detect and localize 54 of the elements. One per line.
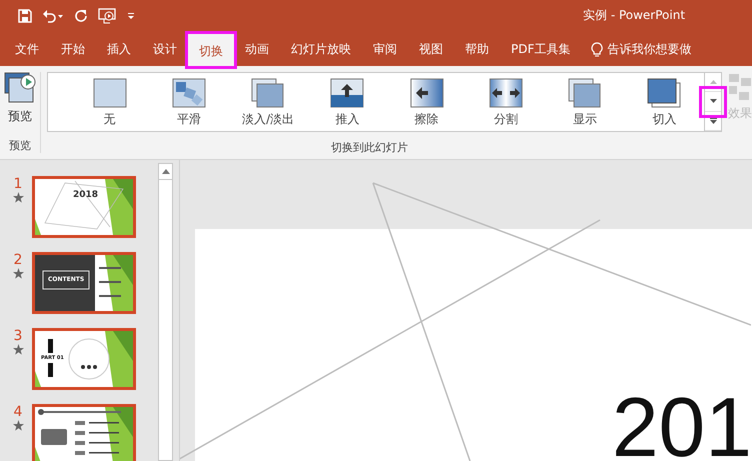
- ribbon-tab[interactable]: PDF工具集: [500, 32, 582, 66]
- up-arrow-icon: [162, 169, 170, 174]
- ribbon-tab[interactable]: 动画: [234, 32, 280, 66]
- ribbon-tab[interactable]: 审阅: [362, 32, 408, 66]
- group-label: 切换到此幻灯片: [331, 140, 408, 155]
- star-icon: [12, 192, 24, 203]
- none-transition-icon: [92, 78, 127, 108]
- star-icon: [12, 268, 24, 279]
- transition-option[interactable]: 淡入/淡出: [228, 73, 308, 131]
- slide-number: 1: [14, 176, 22, 192]
- star-icon: [12, 344, 24, 355]
- thumbnail-title: 2018: [73, 191, 98, 200]
- scrollbar[interactable]: [158, 163, 173, 461]
- transition-option[interactable]: 显示: [546, 73, 625, 131]
- more-icon: [710, 118, 716, 124]
- lightbulb-icon: [591, 42, 604, 58]
- slide-number: 3: [14, 328, 22, 344]
- slide-number: 2: [14, 252, 22, 268]
- cut-transition-icon: [647, 78, 682, 108]
- push-transition-icon: [330, 78, 364, 108]
- ribbon-tab[interactable]: 插入: [96, 32, 142, 66]
- down-arrow-icon: [710, 99, 716, 104]
- morph-transition-icon: [172, 78, 206, 108]
- wipe-transition-icon: [410, 78, 444, 108]
- window-title: 实例 - PowerPoint: [583, 7, 686, 24]
- transition-option[interactable]: 无: [70, 73, 150, 131]
- redo-icon[interactable]: [74, 9, 88, 23]
- transition-option[interactable]: 分割: [466, 73, 546, 131]
- transition-option[interactable]: 擦除: [387, 73, 466, 131]
- up-arrow-icon: [710, 80, 716, 84]
- reveal-transition-icon: [568, 78, 602, 108]
- transition-option[interactable]: 推入: [308, 73, 387, 131]
- group-label: 预览: [9, 138, 31, 153]
- split-transition-icon: [488, 78, 523, 108]
- slide-title: 201: [612, 385, 752, 461]
- ribbon-tab[interactable]: 帮助: [454, 32, 500, 66]
- transition-option[interactable]: 切入: [624, 73, 704, 131]
- customize-menu-icon[interactable]: [126, 11, 136, 21]
- star-icon: [12, 420, 24, 431]
- slide-number: 4: [14, 404, 22, 420]
- tell-me-field[interactable]: 告诉我你想要做: [607, 41, 692, 58]
- preview-button[interactable]: 预览: [4, 72, 36, 125]
- ribbon-tab[interactable]: 文件: [4, 32, 50, 66]
- slide-thumbnail[interactable]: 2018: [32, 176, 136, 238]
- ribbon-tab[interactable]: 开始: [50, 32, 96, 66]
- ribbon-tab[interactable]: 设计: [142, 32, 188, 66]
- ribbon-tab[interactable]: 切换: [188, 34, 234, 66]
- ribbon-tab[interactable]: 幻灯片放映: [280, 32, 362, 66]
- undo-icon[interactable]: [42, 9, 64, 23]
- ribbon-tab[interactable]: 视图: [408, 32, 454, 66]
- fade-transition-icon: [251, 78, 286, 108]
- transition-option[interactable]: 平滑: [149, 73, 228, 131]
- save-icon[interactable]: [18, 9, 32, 23]
- presentation-icon[interactable]: [98, 8, 116, 24]
